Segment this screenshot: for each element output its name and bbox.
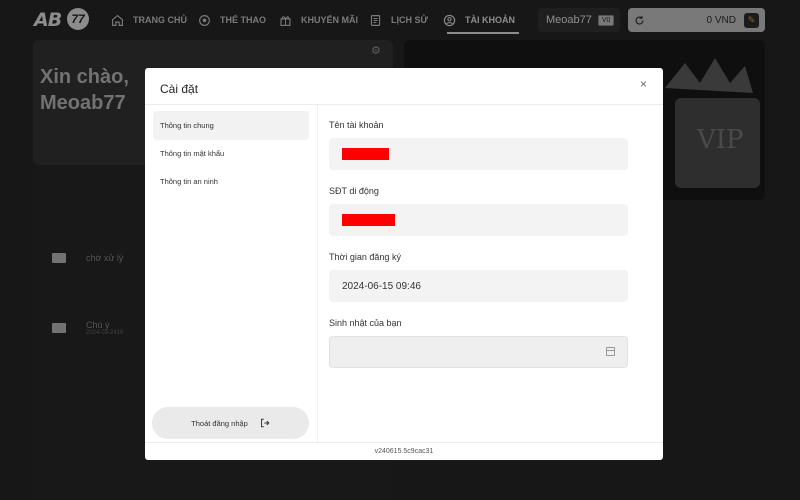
phone-field [329, 204, 628, 236]
modal-title: Cài đặt [160, 82, 199, 96]
header-divider [145, 104, 663, 105]
phone-label: SĐT di động [329, 186, 379, 196]
settings-sidebar: Thông tin chung Thông tin mật khẩu Thông… [153, 111, 309, 195]
logout-button[interactable]: Thoát đăng nhập [152, 407, 309, 439]
birthday-label: Sinh nhật của bạn [329, 318, 402, 328]
close-icon[interactable]: × [640, 78, 652, 90]
account-name-label: Tên tài khoản [329, 120, 384, 130]
sidebar-divider [317, 105, 318, 443]
calendar-icon [606, 347, 615, 356]
settings-modal: Cài đặt × Thông tin chung Thông tin mật … [145, 68, 663, 460]
logout-label: Thoát đăng nhập [191, 418, 248, 428]
register-time-field: 2024-06-15 09:46 [329, 270, 628, 302]
app-version: v240615.5c9cac31 [374, 448, 434, 455]
account-name-field [329, 138, 628, 170]
sidebar-item-password-info[interactable]: Thông tin mật khẩu [153, 139, 309, 168]
birthday-date-picker[interactable] [329, 336, 628, 368]
sidebar-item-security-info[interactable]: Thông tin an ninh [153, 167, 309, 196]
logout-icon [260, 418, 270, 428]
sidebar-item-general-info[interactable]: Thông tin chung [153, 111, 309, 140]
redacted-phone-number [342, 214, 395, 226]
footer-divider [145, 442, 663, 443]
register-time-label: Thời gian đăng ký [329, 252, 401, 262]
redacted-account-name [342, 148, 389, 160]
